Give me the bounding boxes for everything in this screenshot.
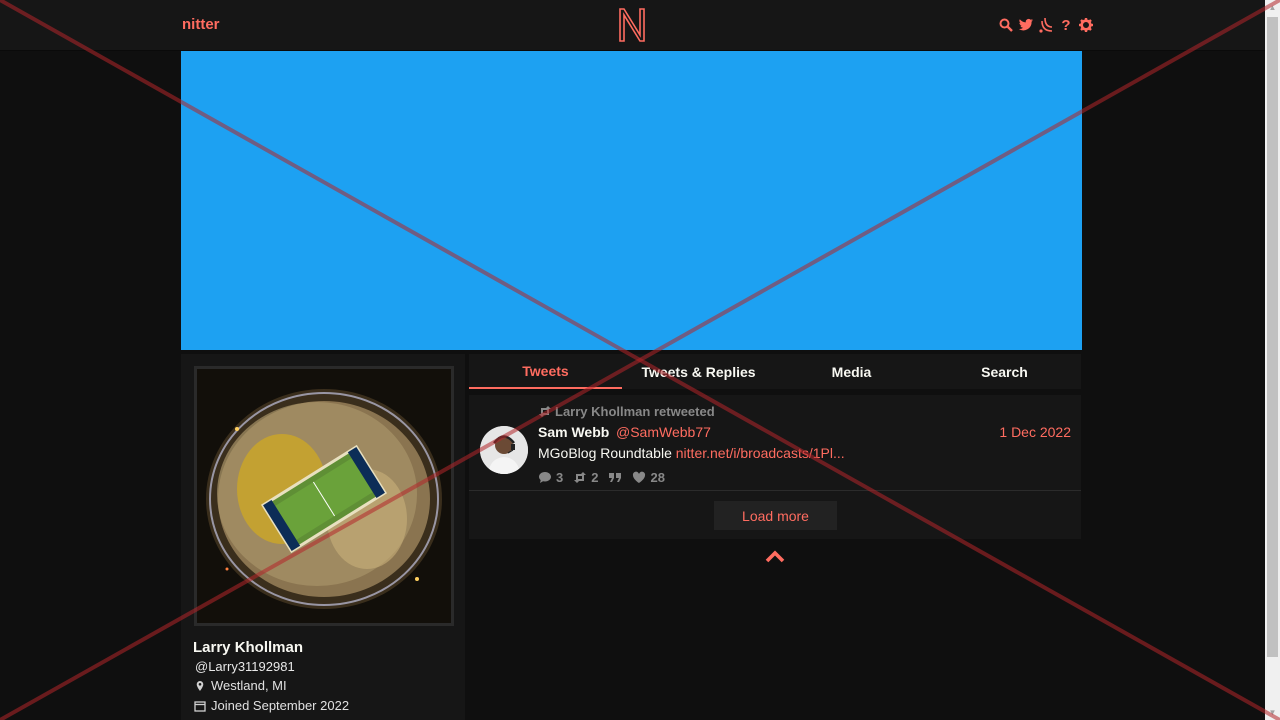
profile-banner[interactable] — [181, 51, 1082, 350]
load-more-bar: Load more — [469, 491, 1081, 539]
tweet-content-text: MGoBlog Roundtable — [538, 445, 672, 461]
tweet-avatar[interactable] — [480, 426, 528, 474]
quote-icon — [609, 473, 622, 482]
profile-joined-text: Joined September 2022 — [211, 698, 350, 713]
scroll-up-arrow-icon[interactable]: ▲ — [1268, 3, 1277, 12]
profile-username: @Larry31192981 — [195, 659, 295, 674]
tweet-date[interactable]: 1 Dec 2022 — [999, 424, 1071, 440]
sam-webb-avatar-image — [480, 426, 528, 474]
heart-icon — [633, 471, 646, 483]
tweet-username[interactable]: @SamWebb77 — [616, 424, 711, 440]
profile-joined: Joined September 2022 — [194, 698, 349, 713]
tab-search[interactable]: Search — [928, 354, 1081, 389]
nitter-n-logo-icon[interactable] — [616, 7, 648, 43]
tweet-stats: 3 2 28 — [538, 470, 665, 485]
tweet-fullname[interactable]: Sam Webb — [538, 424, 609, 440]
tweet-item[interactable]: Larry Khollman retweeted Sam Webb @SamWe… — [469, 395, 1081, 491]
profile-avatar[interactable] — [194, 366, 454, 626]
settings-gear-icon[interactable] — [1078, 16, 1094, 34]
retweet-header-text: Larry Khollman retweeted — [555, 404, 715, 419]
tweet-replies-stat[interactable]: 3 — [538, 470, 563, 485]
tweet-quotes-stat[interactable] — [608, 470, 622, 485]
nitter-brand-link[interactable]: nitter — [182, 16, 220, 33]
comment-icon — [539, 472, 551, 483]
scroll-down-arrow-icon[interactable]: ▼ — [1268, 708, 1277, 717]
rss-icon[interactable] — [1038, 16, 1054, 34]
calendar-icon — [194, 700, 206, 712]
profile-fullname: Larry Khollman — [193, 639, 304, 656]
tab-tweets[interactable]: Tweets — [469, 354, 622, 389]
tab-tweets-and-replies[interactable]: Tweets & Replies — [622, 354, 775, 389]
load-more-button[interactable]: Load more — [714, 501, 837, 530]
retweet-icon — [539, 406, 551, 417]
page-scrollbar[interactable]: ▲ ▼ — [1265, 0, 1280, 720]
navbar: nitter ? — [0, 0, 1265, 51]
tweet-retweets-count: 2 — [591, 470, 599, 485]
profile-location-text: Westland, MI — [211, 678, 287, 693]
stadium-photo — [197, 369, 451, 623]
tweet-replies-count: 3 — [556, 470, 564, 485]
scroll-to-top-chevron-icon[interactable] — [765, 549, 785, 563]
tweet-content: MGoBlog Roundtable nitter.net/i/broadcas… — [538, 445, 845, 461]
location-pin-icon — [196, 680, 204, 691]
timeline: Tweets Tweets & Replies Media Search Lar… — [469, 354, 1081, 539]
tweet-retweets-stat[interactable]: 2 — [573, 470, 598, 485]
twitter-bird-icon[interactable] — [1018, 16, 1034, 34]
nav-icons: ? — [998, 16, 1094, 34]
tweet-likes-count: 28 — [650, 470, 665, 485]
profile-card: Larry Khollman @Larry31192981 Westland, … — [181, 354, 465, 720]
search-icon[interactable] — [998, 16, 1014, 34]
profile-location: Westland, MI — [194, 678, 287, 693]
help-icon[interactable]: ? — [1058, 16, 1074, 34]
retweet-icon — [574, 472, 587, 483]
profile-tabs: Tweets Tweets & Replies Media Search — [469, 354, 1081, 389]
scrollbar-thumb[interactable] — [1267, 17, 1278, 657]
tab-media[interactable]: Media — [775, 354, 928, 389]
retweet-header: Larry Khollman retweeted — [538, 404, 715, 419]
tweet-likes-stat[interactable]: 28 — [632, 470, 665, 485]
tweet-content-link[interactable]: nitter.net/i/broadcasts/1Pl... — [676, 445, 845, 461]
